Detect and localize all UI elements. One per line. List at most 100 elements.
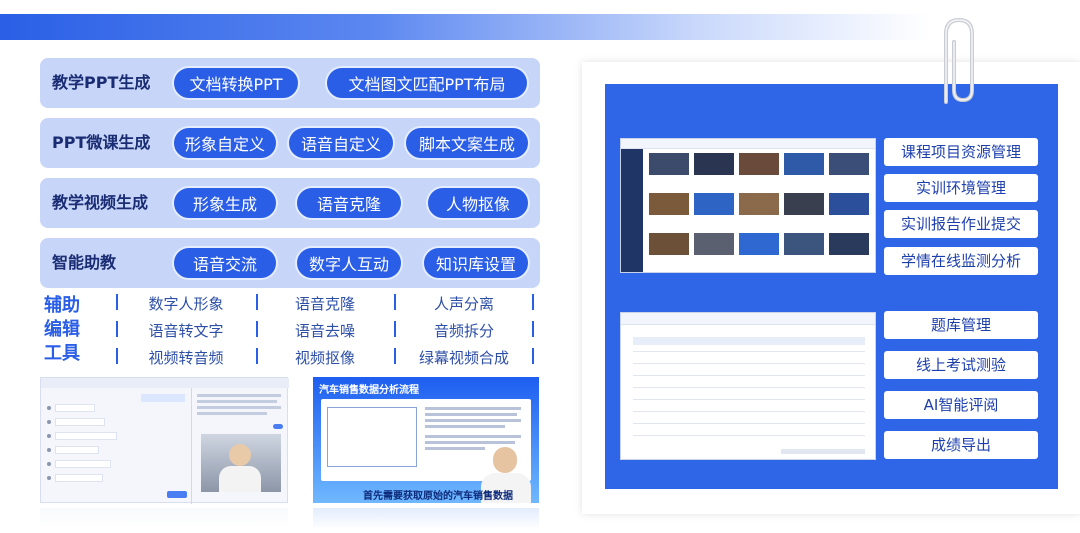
pill-knowledge-base[interactable]: 知识库设置 [422, 246, 530, 280]
table-rule [633, 363, 865, 364]
course-tile[interactable] [829, 153, 869, 175]
pill-doc-to-ppt[interactable]: 文档转换PPT [172, 66, 300, 100]
tool-video-to-audio[interactable]: 视频转音频 [126, 347, 246, 368]
tool-audio-split[interactable]: 音频拆分 [404, 320, 524, 341]
slide-text-line [425, 447, 485, 450]
question-bank-screenshot [620, 312, 876, 460]
mini-avatar [47, 448, 51, 452]
feature-report-submission[interactable]: 实训报告作业提交 [884, 210, 1038, 238]
tool-separator [394, 294, 396, 310]
tool-separator [116, 321, 118, 337]
mini-message [55, 432, 117, 440]
tool-separator [532, 294, 534, 310]
person-body [219, 466, 261, 492]
feature-score-export[interactable]: 成绩导出 [884, 431, 1038, 459]
row-ppt-generation: 教学PPT生成 文档转换PPT 文档图文匹配PPT布局 [40, 58, 540, 108]
pill-script-generate[interactable]: 脚本文案生成 [404, 126, 530, 160]
thumb-reflection [40, 508, 288, 530]
mini-message [55, 460, 111, 468]
table-header [633, 337, 865, 345]
mini-send-button[interactable] [167, 491, 187, 498]
course-tile[interactable] [784, 233, 824, 255]
course-tile[interactable] [649, 153, 689, 175]
course-tile[interactable] [649, 193, 689, 215]
tool-vocal-separation[interactable]: 人声分离 [404, 293, 524, 314]
slide-text-line [425, 435, 521, 438]
tool-separator [394, 348, 396, 364]
row-smart-assistant: 智能助教 语音交流 数字人互动 知识库设置 [40, 238, 540, 288]
presenter-head [493, 447, 517, 473]
person-head [229, 444, 251, 466]
course-tile[interactable] [739, 153, 779, 175]
row-label: 教学PPT生成 [52, 73, 151, 92]
mini-sidebar [621, 149, 643, 272]
tool-separator [256, 294, 258, 310]
row-label: 教学视频生成 [52, 193, 149, 212]
feature-course-resources[interactable]: 课程项目资源管理 [884, 138, 1038, 166]
pill-voice-clone[interactable]: 语音克隆 [295, 186, 403, 220]
tool-voice-denoise[interactable]: 语音去噪 [265, 320, 385, 341]
course-tile[interactable] [739, 193, 779, 215]
pill-avatar-custom[interactable]: 形象自定义 [172, 126, 278, 160]
mini-text-line [197, 394, 281, 397]
header-gradient-bar [0, 14, 930, 40]
table-rule [633, 399, 865, 400]
feature-training-env[interactable]: 实训环境管理 [884, 174, 1038, 202]
tool-greenscreen-compose[interactable]: 绿幕视频合成 [404, 347, 524, 368]
tool-voice-clone[interactable]: 语音克隆 [265, 293, 385, 314]
course-tile[interactable] [784, 193, 824, 215]
course-tile[interactable] [649, 233, 689, 255]
mini-message [55, 446, 99, 454]
feature-ai-grading[interactable]: AI智能评阅 [884, 391, 1038, 419]
course-tile[interactable] [829, 233, 869, 255]
row-label: 智能助教 [52, 253, 117, 272]
mini-pagination[interactable] [781, 449, 865, 454]
pill-voice-custom[interactable]: 语音自定义 [287, 126, 395, 160]
feature-learning-monitor[interactable]: 学情在线监测分析 [884, 247, 1038, 275]
tool-separator [532, 321, 534, 337]
row-label: PPT微课生成 [52, 133, 151, 152]
feature-question-bank[interactable]: 题库管理 [884, 311, 1038, 339]
table-rule [633, 411, 865, 412]
course-tile[interactable] [739, 233, 779, 255]
mini-message [55, 418, 105, 426]
mini-video-frame [201, 434, 281, 492]
slide-text-line [425, 419, 521, 422]
pill-avatar-generate[interactable]: 形象生成 [172, 186, 278, 220]
tool-digital-avatar[interactable]: 数字人形象 [126, 293, 246, 314]
table-rule [633, 435, 865, 436]
table-rule [633, 423, 865, 424]
thumb-reflection [313, 508, 539, 530]
mini-text-line [197, 400, 277, 403]
mini-message [141, 394, 185, 402]
table-rule [633, 387, 865, 388]
course-tile[interactable] [694, 193, 734, 215]
slide-text-line [425, 425, 505, 428]
pill-person-matting[interactable]: 人物抠像 [426, 186, 530, 220]
course-tile[interactable] [829, 193, 869, 215]
slide-text-line [425, 441, 515, 444]
tool-video-matting[interactable]: 视频抠像 [265, 347, 385, 368]
tool-separator [394, 321, 396, 337]
tools-title-line: 辅助 [44, 295, 80, 316]
mini-avatar [47, 434, 51, 438]
tool-speech-to-text[interactable]: 语音转文字 [126, 320, 246, 341]
course-tile[interactable] [784, 153, 824, 175]
feature-online-exam[interactable]: 线上考试测验 [884, 351, 1038, 379]
mini-titlebar [41, 378, 289, 388]
mini-avatar [47, 406, 51, 410]
flow-diagram [327, 407, 417, 467]
course-resource-screenshot [620, 138, 876, 273]
mini-avatar [47, 462, 51, 466]
mini-toggle[interactable] [273, 424, 283, 429]
pill-digital-human-interact[interactable]: 数字人互动 [295, 246, 403, 280]
course-tile[interactable] [694, 233, 734, 255]
pill-doc-layout-match[interactable]: 文档图文匹配PPT布局 [325, 66, 529, 100]
pill-voice-chat[interactable]: 语音交流 [172, 246, 278, 280]
course-tile[interactable] [694, 153, 734, 175]
mini-text-line [197, 406, 281, 409]
mini-message [55, 474, 103, 482]
row-video-generation: 教学视频生成 形象生成 语音克隆 人物抠像 [40, 178, 540, 228]
mini-divider [191, 388, 192, 504]
mini-avatar [47, 420, 51, 424]
